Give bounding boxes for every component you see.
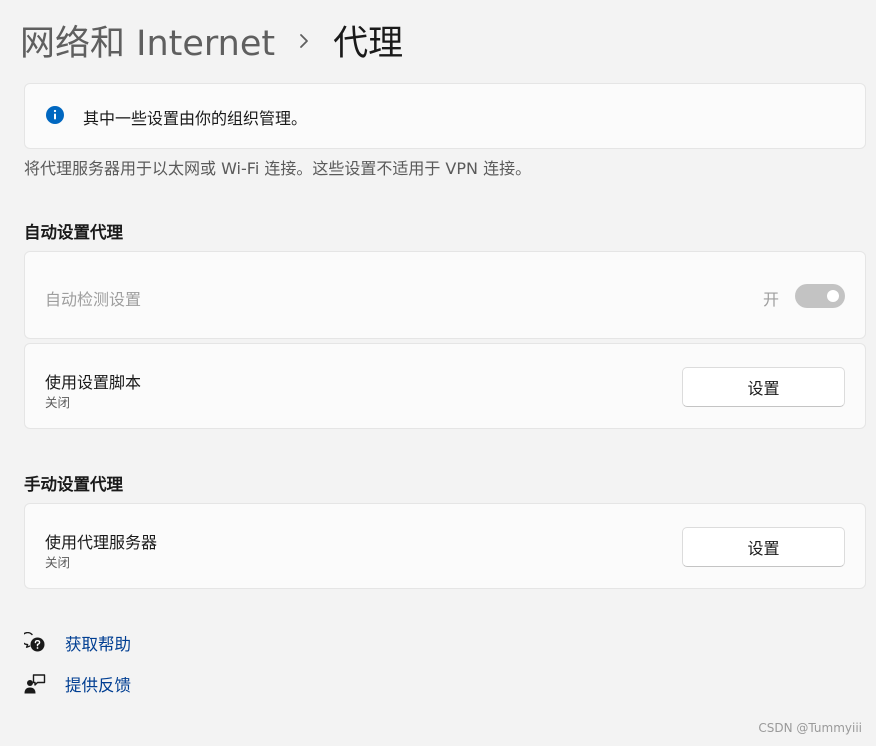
setup-script-row: 使用设置脚本 关闭 设置 — [24, 343, 866, 429]
auto-detect-label: 自动检测设置 — [45, 290, 142, 309]
proxy-server-row: 使用代理服务器 关闭 设置 — [24, 503, 866, 589]
info-banner-text: 其中一些设置由你的组织管理。 — [83, 109, 308, 128]
info-icon — [46, 106, 64, 124]
page-description: 将代理服务器用于以太网或 Wi-Fi 连接。这些设置不适用于 VPN 连接。 — [24, 159, 532, 178]
breadcrumb-parent[interactable]: 网络和 Internet — [20, 15, 275, 66]
auto-detect-settings-row: 自动检测设置 开 — [24, 251, 866, 339]
setup-script-settings-button[interactable]: 设置 — [682, 367, 845, 407]
page-title: 代理 — [333, 23, 404, 64]
get-help-label[interactable]: 获取帮助 — [65, 631, 131, 655]
auto-detect-toggle-state: 开 — [762, 290, 779, 309]
chevron-right-icon — [275, 28, 333, 53]
info-banner: 其中一些设置由你的组织管理。 — [24, 83, 866, 149]
get-help-link[interactable]: 获取帮助 — [24, 630, 131, 656]
section-title-manual-proxy: 手动设置代理 — [24, 475, 123, 494]
setup-script-label: 使用设置脚本 — [45, 373, 142, 392]
toggle-knob — [827, 290, 839, 302]
feedback-icon — [24, 674, 46, 694]
help-chat-icon — [24, 632, 45, 652]
proxy-server-settings-button[interactable]: 设置 — [682, 527, 845, 567]
setup-script-status: 关闭 — [45, 395, 71, 410]
give-feedback-label[interactable]: 提供反馈 — [65, 672, 131, 696]
section-title-auto-proxy: 自动设置代理 — [24, 223, 123, 242]
watermark: CSDN @Tummyiii — [758, 721, 862, 735]
breadcrumb: 网络和 Internet 代理 — [20, 14, 403, 66]
proxy-server-status: 关闭 — [45, 555, 71, 570]
auto-detect-toggle[interactable] — [795, 284, 845, 308]
proxy-server-label: 使用代理服务器 — [45, 533, 158, 552]
give-feedback-link[interactable]: 提供反馈 — [24, 671, 131, 697]
